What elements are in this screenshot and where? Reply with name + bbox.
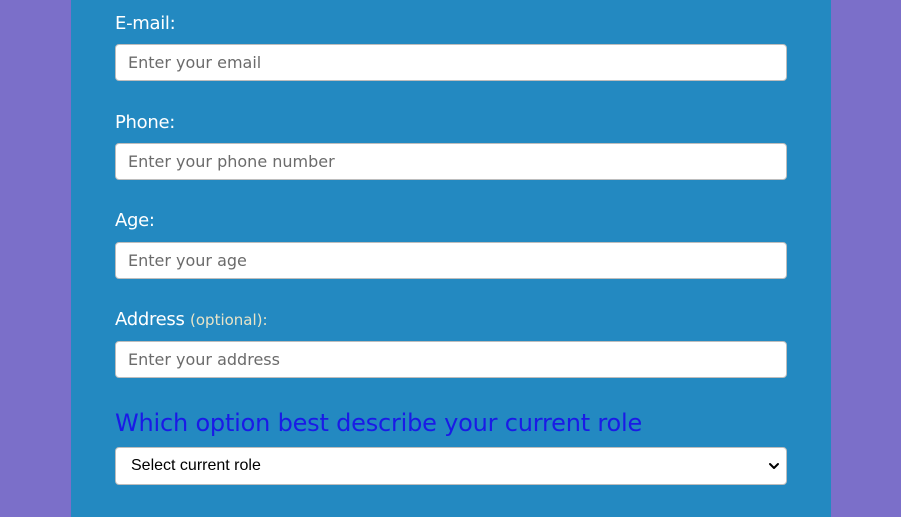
- age-input[interactable]: [115, 242, 787, 279]
- email-label: E-mail:: [115, 13, 176, 34]
- role-select[interactable]: Select current role: [115, 447, 787, 485]
- phone-group: Phone:: [115, 112, 787, 180]
- age-group: Age:: [115, 210, 787, 279]
- role-question: Which option best describe your current …: [115, 409, 643, 437]
- form-panel: E-mail: Phone: Age: Address (optional): …: [71, 0, 831, 517]
- address-label-text: Address: [115, 309, 185, 330]
- email-input[interactable]: [115, 44, 787, 81]
- address-group: Address (optional):: [115, 309, 787, 378]
- address-input[interactable]: [115, 341, 787, 378]
- address-label: Address (optional):: [115, 309, 787, 331]
- role-select-value: Select current role: [131, 457, 261, 474]
- chevron-down-icon: [769, 463, 779, 469]
- address-label-colon: :: [262, 311, 268, 329]
- phone-label: Phone:: [115, 112, 176, 133]
- optional-tag: (optional): [190, 311, 263, 329]
- age-label: Age:: [115, 210, 155, 231]
- phone-input[interactable]: [115, 143, 787, 180]
- email-group: E-mail:: [115, 13, 787, 81]
